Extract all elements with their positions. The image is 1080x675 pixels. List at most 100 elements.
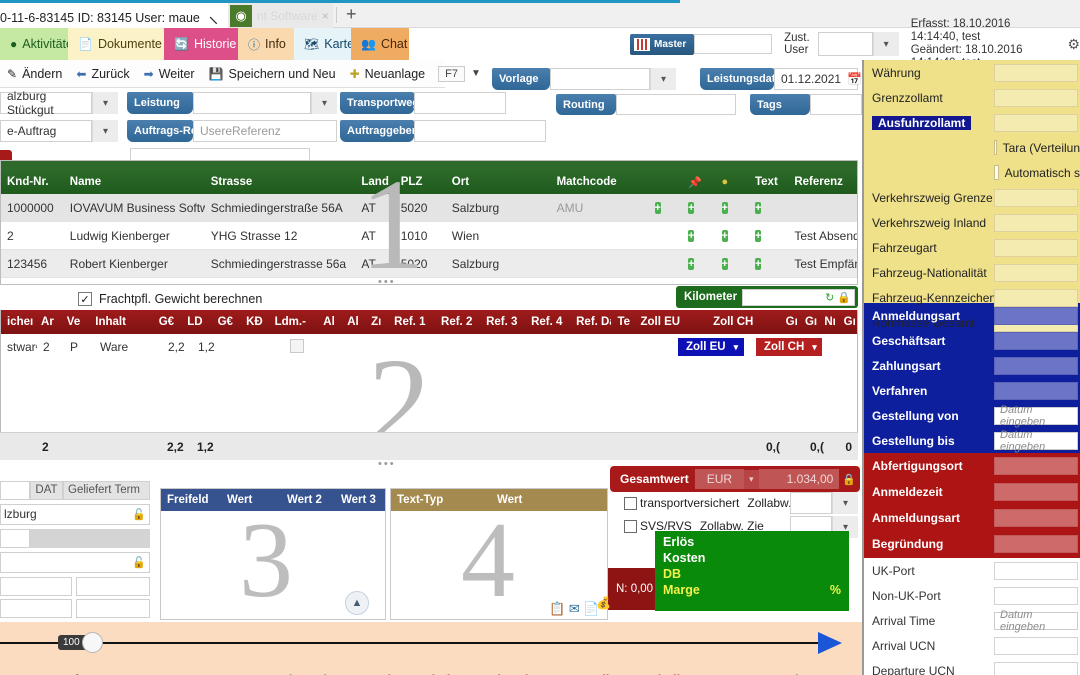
lower-left-code[interactable]: [0, 480, 30, 500]
anmeldungsart-2-field[interactable]: [994, 509, 1078, 527]
waehrung-field[interactable]: [994, 63, 1078, 82]
transportversichert-row[interactable]: transportversichert Zollabw. Ab: [624, 496, 809, 510]
lower-left-field-a[interactable]: [0, 577, 72, 596]
inactive-tab-close-icon[interactable]: ×: [322, 9, 329, 23]
svs-rvs-checkbox[interactable]: [624, 519, 637, 533]
table-row[interactable]: 1000000 IOVAVUM Business Software Schmie…: [1, 194, 857, 222]
verfahren-field[interactable]: [994, 381, 1078, 400]
freifeld-panel[interactable]: Freifeld Wert Wert 2 Wert 3 3 ▲: [160, 488, 386, 620]
tags-input[interactable]: [810, 94, 862, 115]
uk-port-field[interactable]: [994, 561, 1078, 580]
tab-historie[interactable]: 🔄 Historie: [164, 28, 238, 60]
chevron-down-icon[interactable]: ▾: [311, 92, 337, 114]
speichern-und-neu-button[interactable]: 💾 Speichern und Neu: [202, 67, 343, 81]
leistung-field[interactable]: Leistung ▾: [127, 92, 337, 114]
chevron-down-icon[interactable]: ▾: [832, 492, 858, 514]
cell-icon-3[interactable]: +: [716, 256, 749, 271]
anmeldungsart-field[interactable]: [994, 306, 1078, 325]
plus-icon[interactable]: +: [688, 202, 695, 214]
cell-zoll-ch[interactable]: Zoll CH ▾: [750, 338, 828, 356]
lower-left-code-2[interactable]: [0, 528, 30, 548]
leistung-input[interactable]: [193, 92, 311, 114]
cell-icon-1[interactable]: +: [649, 200, 682, 215]
ldm-checkbox[interactable]: [290, 338, 304, 353]
gestellung-bis-field[interactable]: Datum eingeben: [994, 429, 1078, 453]
zoll-ch-badge[interactable]: Zoll CH ▾: [756, 338, 822, 356]
resize-handle-2[interactable]: •••: [378, 458, 396, 470]
grenzzollamt-field[interactable]: [994, 88, 1078, 107]
neuanlage-button[interactable]: ✚ Neuanlage: [343, 67, 433, 81]
panel-action-icons[interactable]: 📋 ✉ 📄: [549, 601, 600, 617]
cell-icon-4[interactable]: +: [749, 228, 788, 243]
cell-icon-3[interactable]: +: [716, 228, 749, 243]
cell-icon-2[interactable]: +: [682, 256, 715, 271]
plus-icon[interactable]: +: [754, 230, 762, 242]
tab-chat[interactable]: 👥 Chat: [351, 28, 409, 60]
plus-icon[interactable]: +: [688, 258, 695, 270]
master-value-field[interactable]: [694, 34, 773, 54]
tab-karte[interactable]: 🗺 Karte: [294, 28, 354, 60]
lower-left-field-c[interactable]: [0, 599, 72, 618]
automatisch-checkbox-row[interactable]: Automatisch s: [864, 160, 1080, 185]
gesamtwert-currency[interactable]: EUR: [694, 469, 745, 489]
sidebar-row-verfahren[interactable]: Verfahren: [864, 378, 1080, 403]
calendar-icon[interactable]: 📅: [847, 72, 862, 86]
text-panel[interactable]: Text-Typ Wert 4 📋 ✉ 📄: [390, 488, 608, 620]
geschaeftsart-field[interactable]: [994, 331, 1078, 350]
chevron-down-icon[interactable]: ▾: [744, 469, 759, 489]
auftrags-ref-field[interactable]: Auftrags-Ref. UsereReferenz: [127, 120, 337, 142]
chevron-up-icon[interactable]: ▲: [345, 591, 369, 615]
zoll-eu-badge[interactable]: Zoll EU ▾: [678, 338, 744, 356]
chevron-down-icon[interactable]: ▼: [471, 68, 481, 79]
sidebar-row-grenzzollamt[interactable]: Grenzzollamt: [864, 85, 1080, 110]
sidebar-row-waehrung[interactable]: Währung: [864, 60, 1080, 85]
abfertigungsort-field[interactable]: [994, 457, 1078, 475]
cell-zoll-eu[interactable]: Zoll EU ▾: [672, 338, 750, 356]
tab-info[interactable]: ⓘ Info: [238, 28, 294, 60]
kilometer-widget[interactable]: Kilometer ↻ 🔒: [676, 286, 858, 308]
sidebar-row-vz-inland[interactable]: Verkehrszweig Inland: [864, 210, 1080, 235]
anmeldezeit-field[interactable]: [994, 483, 1078, 501]
cell-ldm[interactable]: [284, 338, 336, 356]
weiter-button[interactable]: ➡ Weiter: [137, 67, 202, 81]
customer-address-grid[interactable]: Knd-Nr. Name Strasse Land PLZ Ort Matchc…: [0, 160, 858, 285]
sidebar-row-arrival-time[interactable]: Arrival Time Datum eingeben: [864, 608, 1080, 633]
zollabw-ab-input[interactable]: [790, 492, 832, 514]
tags-field[interactable]: Tags: [750, 94, 862, 115]
lower-left-field-b[interactable]: [76, 577, 150, 596]
fahrzeugart-field[interactable]: [994, 238, 1078, 257]
vorlage-input[interactable]: [550, 68, 650, 90]
sidebar-row-vz-grenze[interactable]: Verkehrszweig Grenze: [864, 185, 1080, 210]
resize-handle-1[interactable]: •••: [378, 276, 396, 288]
zollabw-ab-select[interactable]: ▾: [790, 492, 858, 514]
begruendung-field[interactable]: [994, 535, 1078, 553]
progress-slider[interactable]: 100: [58, 632, 103, 653]
gear-icon[interactable]: ⚙: [1067, 36, 1080, 53]
auftraggeber-input[interactable]: [414, 120, 546, 142]
lower-left-row-2[interactable]: [0, 528, 150, 548]
sidebar-row-uk-port[interactable]: UK-Port: [864, 558, 1080, 583]
lock-icon[interactable]: 🔒: [842, 473, 856, 486]
zurueck-button[interactable]: ⬅ Zurück: [69, 67, 136, 81]
chevron-down-icon[interactable]: ▾: [872, 32, 899, 56]
sidebar-row-arrival-ucn[interactable]: Arrival UCN: [864, 633, 1080, 658]
table-row[interactable]: 2 Ludwig Kienberger YHG Strasse 12 AT 10…: [1, 222, 857, 250]
browser-tab-inactive[interactable]: ◉ nt Software ×: [228, 3, 333, 28]
arrival-ucn-field[interactable]: [994, 636, 1078, 655]
sidebar-row-fahrzeugart[interactable]: Fahrzeugart: [864, 235, 1080, 260]
vz-grenze-field[interactable]: [994, 188, 1078, 207]
chevron-down-icon[interactable]: ▾: [92, 92, 118, 114]
sidebar-row-non-uk-port[interactable]: Non-UK-Port: [864, 583, 1080, 608]
sidebar-row-zahlungsart[interactable]: Zahlungsart: [864, 353, 1080, 378]
tab-dokumente[interactable]: 📄 Dokumente: [68, 28, 164, 60]
gesamtwert-widget[interactable]: Gesamtwert EUR ▾ 1.034,00 🔒: [610, 466, 860, 492]
gestellung-von-field[interactable]: Datum eingeben: [994, 404, 1078, 428]
paste-icon[interactable]: 📋: [549, 601, 565, 616]
cell-icon-2[interactable]: +: [682, 200, 715, 215]
sidebar-row-fahrzeug-nationalitaet[interactable]: Fahrzeug-Nationalität: [864, 260, 1080, 285]
mail-icon[interactable]: ✉: [569, 601, 580, 616]
sidebar-row-begruendung[interactable]: Begründung: [864, 531, 1080, 557]
plus-icon[interactable]: +: [688, 230, 695, 242]
dispo-select-1[interactable]: alzburg Stückgut ▾: [0, 89, 118, 117]
sidebar-row-gestellung-von[interactable]: Gestellung von Datum eingeben: [864, 403, 1080, 428]
